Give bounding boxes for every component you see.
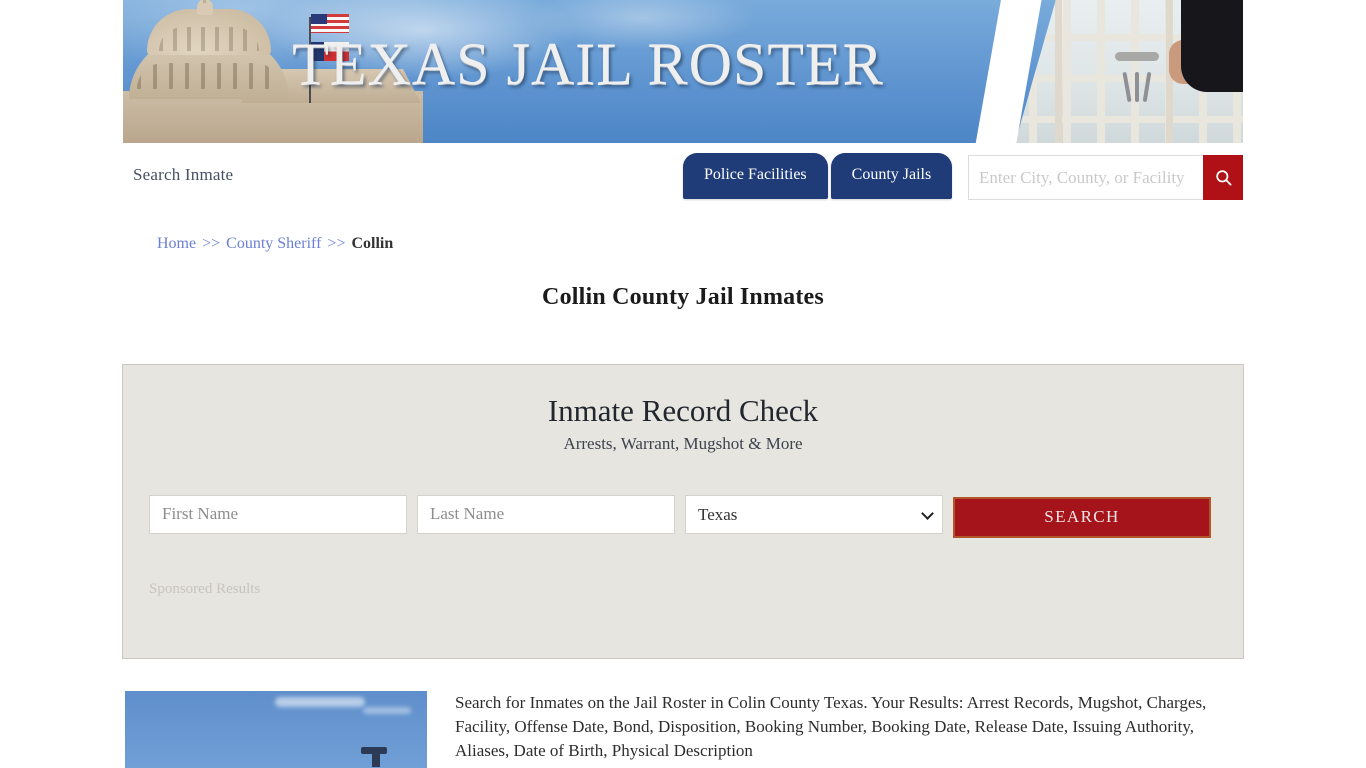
last-name-input[interactable] [417,494,675,534]
inmate-search-button[interactable]: SEARCH [953,496,1211,538]
breadcrumb: Home >> County Sheriff >> Collin [123,213,1243,253]
search-submit-button[interactable] [1203,155,1243,200]
header-search [968,155,1243,200]
tab-police-facilities[interactable]: Police Facilities [683,153,828,199]
inmate-record-check-panel: Inmate Record Check Arrests, Warrant, Mu… [122,364,1244,659]
panel-heading: Inmate Record Check [547,393,819,428]
state-select[interactable]: Texas [685,494,943,534]
tab-county-jails[interactable]: County Jails [830,153,953,199]
first-name-input[interactable] [149,494,407,534]
breadcrumb-item-current: Collin [351,235,394,252]
nav-tabs: Police Facilities County Jails [683,153,953,199]
inmate-search-form: Texas SEARCH [149,494,1217,538]
main-navigation: Search Inmate Police Facilities County J… [123,143,1243,213]
breadcrumb-item-county-sheriff[interactable]: County Sheriff [226,235,321,252]
breadcrumb-separator: >> [327,235,346,252]
search-input[interactable] [968,155,1203,200]
facility-description: Search for Inmates on the Jail Roster in… [455,693,1207,761]
breadcrumb-separator: >> [202,235,221,252]
facility-thumbnail-image [125,691,427,768]
state-select-wrapper: Texas [685,494,943,534]
nav-link-search-inmate[interactable]: Search Inmate [133,165,233,185]
site-banner: TEXAS JAIL ROSTER [123,0,1243,143]
banner-title: TEXAS JAIL ROSTER [292,31,884,97]
content-section: Search for Inmates on the Jail Roster in… [123,691,1243,768]
breadcrumb-item-home[interactable]: Home [157,235,196,252]
page-title: Collin County Jail Inmates [542,284,824,310]
search-icon [1215,170,1231,186]
panel-subheading: Arrests, Warrant, Mugshot & More [563,433,803,453]
page-root: TEXAS JAIL ROSTER Search Inmate Police F… [0,0,1366,768]
sponsored-results-label: Sponsored Results [149,580,261,597]
